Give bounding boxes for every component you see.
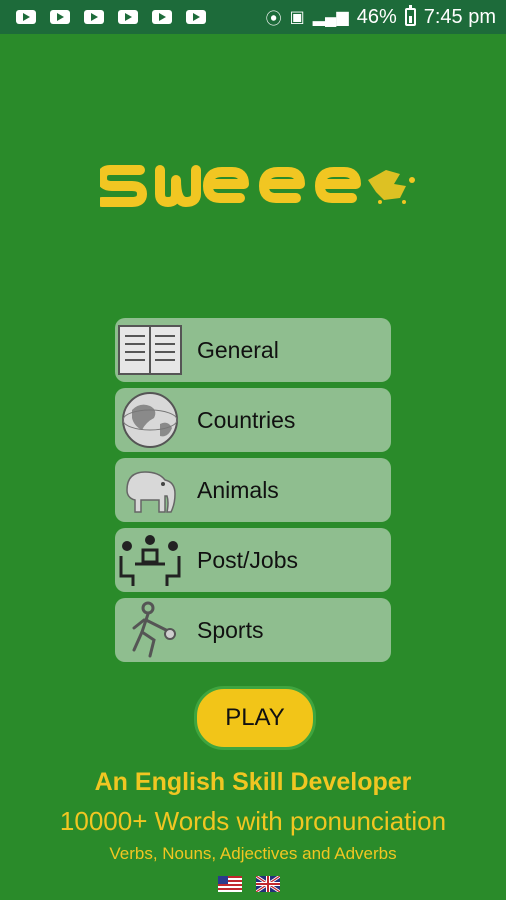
- menu-item-sports[interactable]: Sports: [115, 598, 391, 662]
- menu-item-label: Animals: [197, 476, 279, 503]
- wifi-hotspot-icon: ⦿: [265, 11, 282, 28]
- menu-item-general[interactable]: General: [115, 318, 391, 382]
- play-button[interactable]: PLAY: [194, 686, 316, 750]
- globe-icon: [115, 388, 185, 452]
- elephant-icon: [115, 458, 185, 522]
- athlete-icon: [115, 598, 185, 662]
- tagline-words: 10000+ Words with pronunciation: [59, 806, 447, 836]
- menu-item-label: Countries: [197, 406, 296, 433]
- battery-percent: 46%: [356, 5, 397, 28]
- shield-icon: ▣: [289, 9, 305, 26]
- status-bar: ⦿ ▣ ▂▄▆ 46% 7:45 pm: [0, 0, 506, 34]
- menu-item-animals[interactable]: Animals: [115, 458, 391, 522]
- clock-time: 7:45 pm: [423, 5, 496, 28]
- youtube-icon: [50, 10, 70, 24]
- uk-flag-icon[interactable]: [256, 876, 280, 892]
- menu-item-label: General: [197, 336, 279, 363]
- youtube-icon: [152, 10, 172, 24]
- language-flags: [218, 876, 280, 892]
- menu-item-countries[interactable]: Countries: [115, 388, 391, 452]
- youtube-icon: [118, 10, 138, 24]
- notification-icons: [16, 10, 206, 24]
- menu-item-post-jobs[interactable]: Post/Jobs: [115, 528, 391, 592]
- youtube-icon: [16, 10, 36, 24]
- tagline-title: An English Skill Developer: [94, 768, 412, 796]
- signal-icon: ▂▄▆: [312, 9, 349, 26]
- youtube-icon: [186, 10, 206, 24]
- category-menu: General Countries Animals Post/Jobs Spor…: [115, 318, 391, 668]
- system-indicators: ⦿ ▣ ▂▄▆ 46% 7:45 pm: [266, 5, 496, 29]
- tagline-parts-of-speech: Verbs, Nouns, Adjectives and Adverbs: [109, 844, 397, 863]
- menu-item-label: Sports: [197, 616, 264, 643]
- meeting-people-icon: [115, 528, 185, 592]
- app-logo: [100, 165, 415, 207]
- us-flag-icon[interactable]: [218, 876, 242, 892]
- menu-item-label: Post/Jobs: [197, 546, 298, 573]
- book-icon: [115, 318, 185, 382]
- battery-icon: [404, 5, 416, 26]
- youtube-icon: [84, 10, 104, 24]
